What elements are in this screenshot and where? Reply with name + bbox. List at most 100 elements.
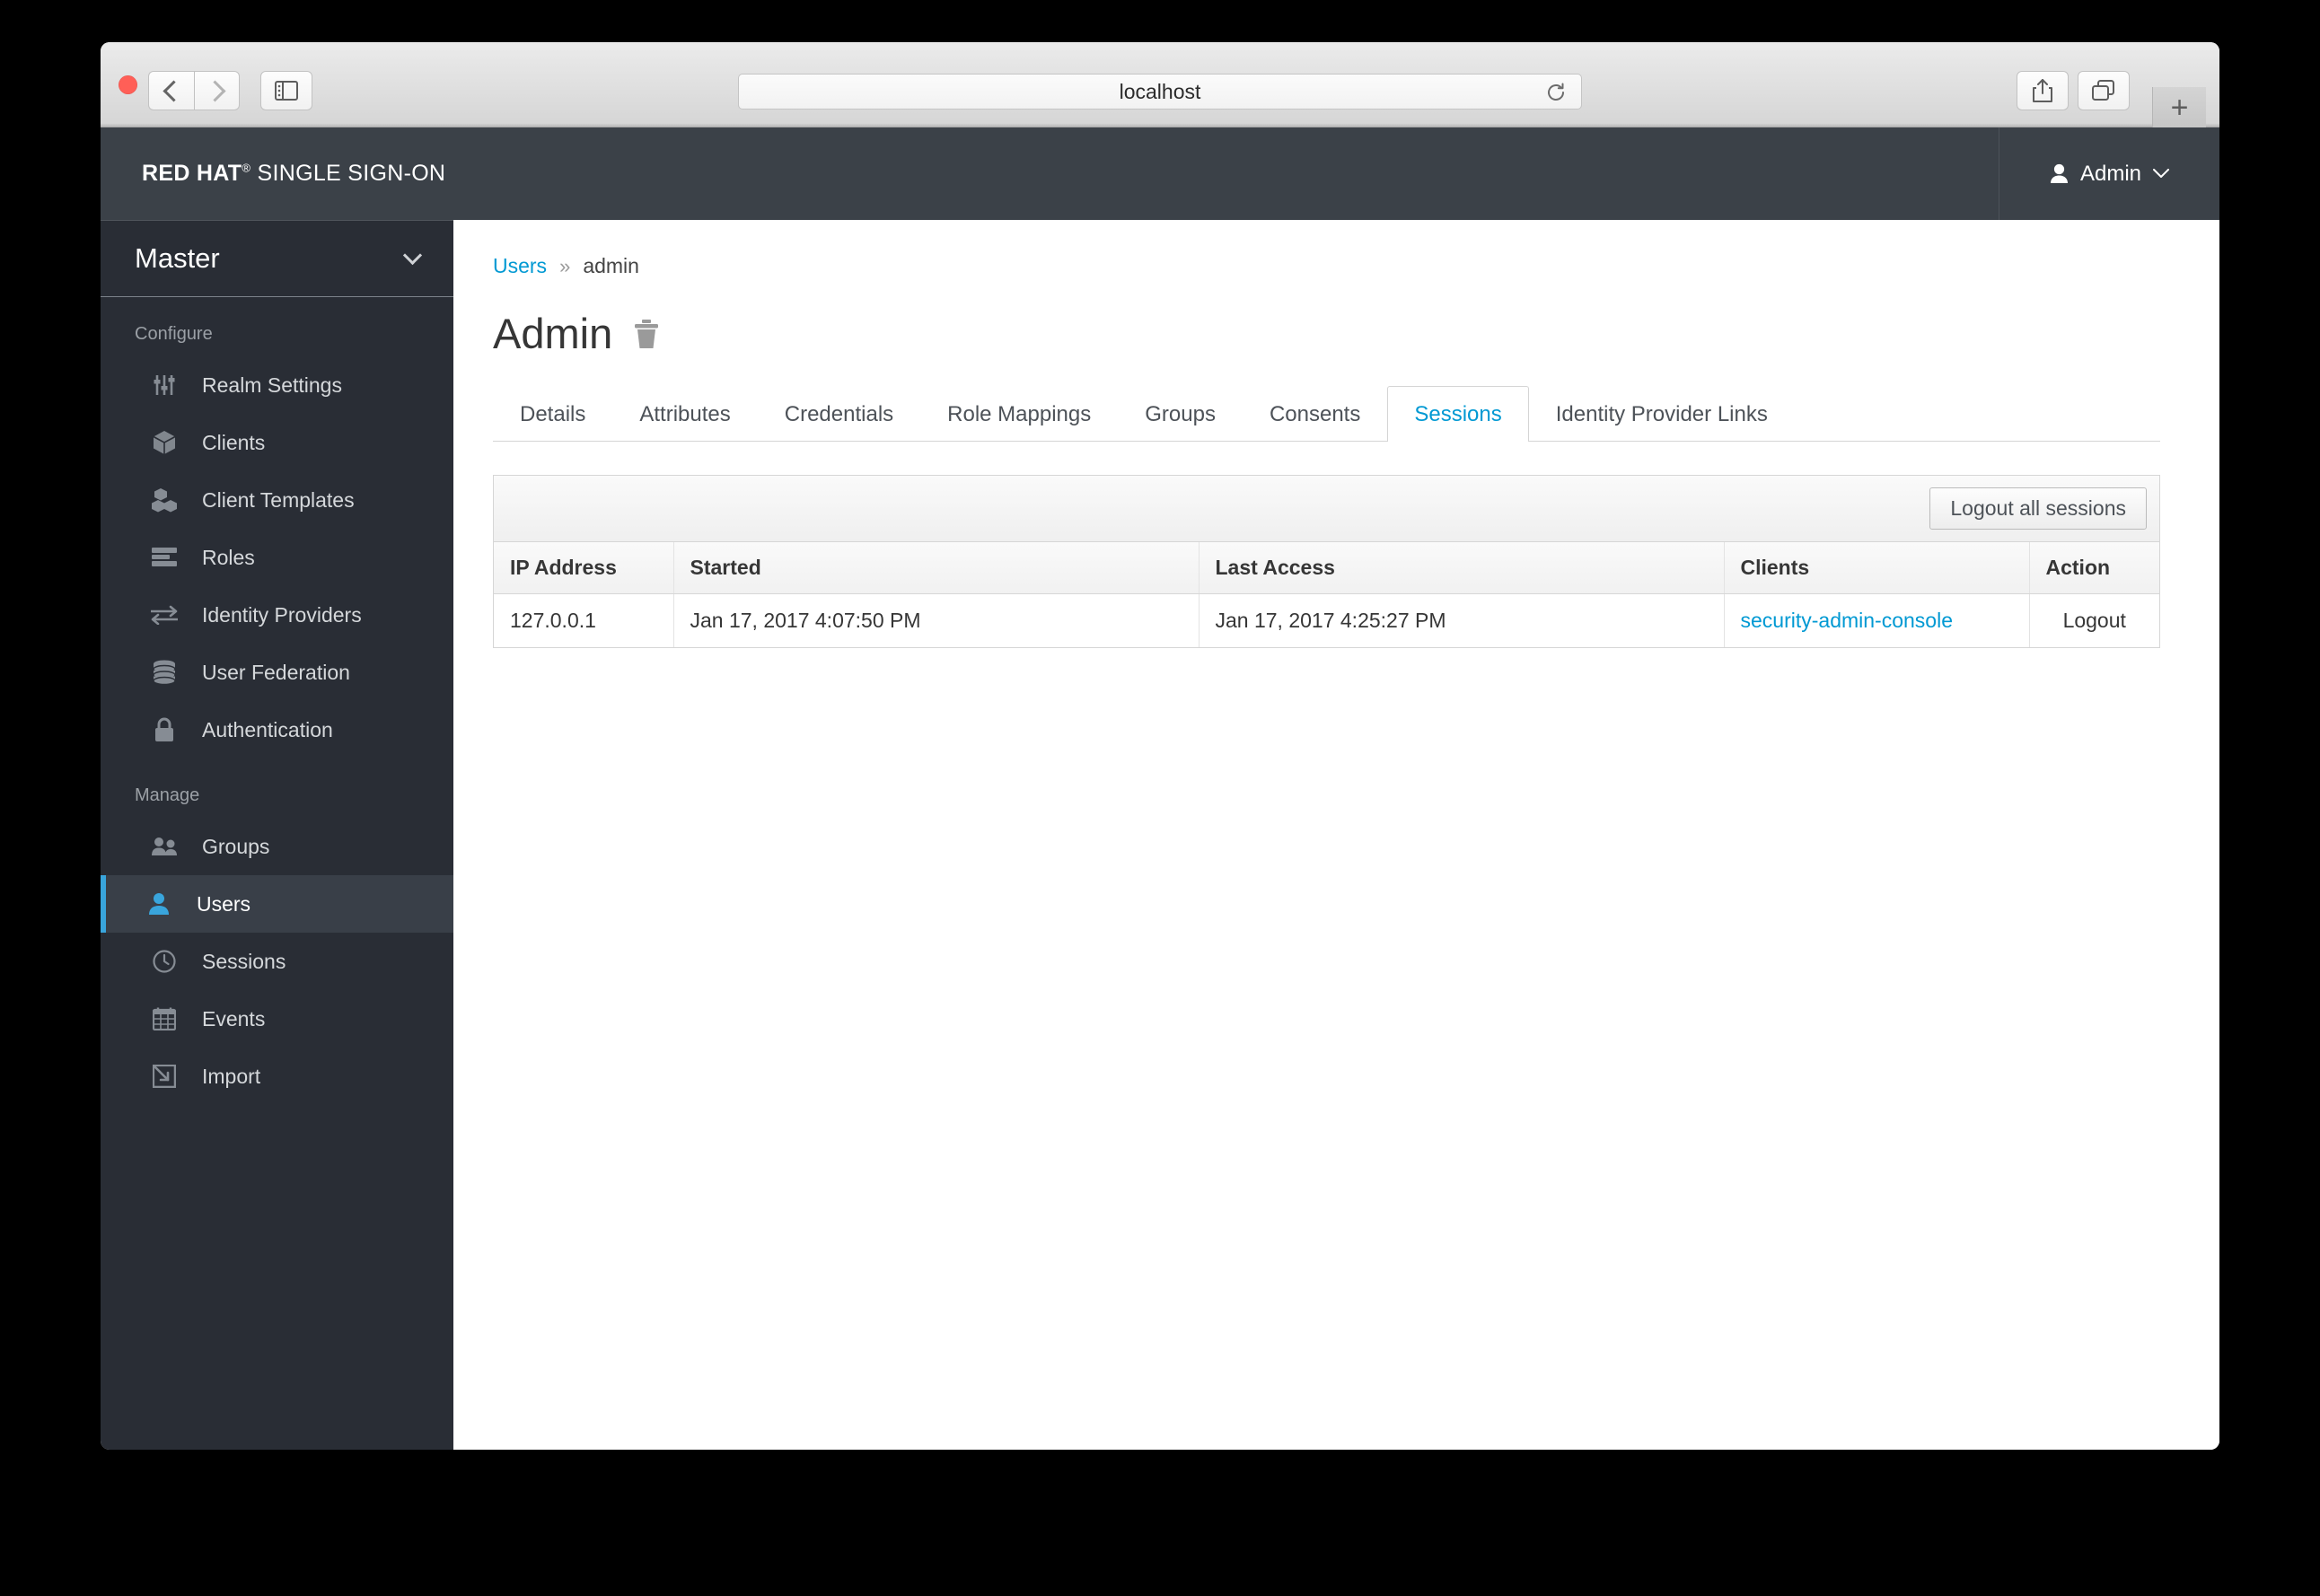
sidebar-item-label: Import	[202, 1064, 261, 1088]
user-icon	[2050, 163, 2068, 183]
panel-toolbar: Logout all sessions	[494, 476, 2159, 542]
chevron-down-icon	[2153, 169, 2170, 178]
tab-groups[interactable]: Groups	[1118, 386, 1243, 442]
chevron-left-icon	[163, 79, 185, 102]
sidebar-item-authentication[interactable]: Authentication	[101, 701, 453, 759]
forward-button[interactable]	[194, 71, 240, 110]
sidebar: Master Configure Realm Settings Clients …	[101, 220, 453, 1450]
sliders-icon	[151, 372, 178, 399]
cell-action: Logout	[2029, 593, 2159, 648]
tab-bar: Details Attributes Credentials Role Mapp…	[493, 386, 2160, 442]
logout-session-button[interactable]: Logout	[2063, 609, 2126, 632]
brand-logo: RED HAT® SINGLE SIGN-ON	[142, 161, 445, 187]
sidebar-toggle-button[interactable]	[260, 71, 312, 110]
breadcrumb-separator: »	[559, 254, 571, 277]
sidebar-item-label: Identity Providers	[202, 602, 362, 627]
browser-window: localhost + RED HAT® SINGLE SIGN-ON Admi…	[101, 42, 2219, 1450]
sidebar-item-users[interactable]: Users	[101, 875, 453, 933]
sidebar-item-label: Roles	[202, 545, 255, 569]
column-header-started: Started	[673, 542, 1200, 594]
sidebar-item-realm-settings[interactable]: Realm Settings	[101, 356, 453, 414]
main-content: Users » admin Admin Details Attributes C…	[453, 220, 2219, 1450]
lock-icon	[151, 716, 178, 743]
column-header-action: Action	[2029, 542, 2159, 594]
cube-icon	[151, 429, 178, 456]
cell-ip-address: 127.0.0.1	[494, 593, 674, 648]
breadcrumb: Users » admin	[493, 254, 2160, 278]
share-button[interactable]	[2017, 71, 2069, 110]
close-window-button[interactable]	[119, 75, 137, 94]
column-header-clients: Clients	[1724, 542, 2030, 594]
tab-details[interactable]: Details	[493, 386, 612, 442]
realm-selector[interactable]: Master	[101, 221, 453, 297]
sidebar-item-sessions[interactable]: Sessions	[101, 933, 453, 990]
reload-icon[interactable]	[1545, 82, 1567, 103]
calendar-icon	[151, 1005, 178, 1032]
column-header-ip-address: IP Address	[494, 542, 674, 594]
sessions-table: IP Address Started Last Access Clients A…	[494, 542, 2159, 648]
sidebar-item-import[interactable]: Import	[101, 1048, 453, 1105]
sidebar-item-label: User Federation	[202, 660, 350, 684]
client-link[interactable]: security-admin-console	[1741, 609, 1953, 632]
brand-light: SINGLE SIGN-ON	[257, 161, 446, 186]
logout-all-sessions-button[interactable]: Logout all sessions	[1929, 487, 2147, 530]
tab-identity-provider-links[interactable]: Identity Provider Links	[1529, 386, 1795, 442]
sidebar-item-label: Events	[202, 1006, 266, 1030]
cubes-icon	[151, 487, 178, 513]
chevron-down-icon	[402, 245, 423, 266]
user-menu-label: Admin	[2079, 161, 2142, 186]
cell-started: Jan 17, 2017 4:07:50 PM	[673, 593, 1200, 648]
sidebar-item-label: Client Templates	[202, 487, 355, 512]
app-body: Master Configure Realm Settings Clients …	[101, 220, 2219, 1450]
sidebar-item-user-federation[interactable]: User Federation	[101, 644, 453, 701]
tab-sessions[interactable]: Sessions	[1387, 386, 1529, 442]
tab-role-mappings[interactable]: Role Mappings	[920, 386, 1118, 442]
sidebar-item-label: Sessions	[202, 949, 286, 973]
sidebar-item-client-templates[interactable]: Client Templates	[101, 471, 453, 529]
table-row: 127.0.0.1 Jan 17, 2017 4:07:50 PM Jan 17…	[494, 593, 2159, 648]
page-title: Admin	[493, 310, 613, 357]
app-header: RED HAT® SINGLE SIGN-ON Admin	[101, 127, 2219, 220]
sidebar-item-identity-providers[interactable]: Identity Providers	[101, 586, 453, 644]
exchange-icon	[151, 601, 178, 628]
list-icon	[151, 544, 178, 571]
sidebar-section-label-manage: Manage	[135, 785, 200, 805]
tab-consents[interactable]: Consents	[1243, 386, 1387, 442]
tab-attributes[interactable]: Attributes	[612, 386, 757, 442]
sidebar-item-label: Realm Settings	[202, 373, 342, 397]
sidebar-item-events[interactable]: Events	[101, 990, 453, 1048]
share-icon	[2033, 79, 2052, 102]
user-icon	[145, 890, 172, 917]
sidebar-icon	[275, 81, 298, 101]
brand-bold: RED HAT	[142, 161, 242, 186]
sidebar-item-label: Clients	[202, 430, 266, 454]
database-icon	[151, 659, 178, 686]
tab-credentials[interactable]: Credentials	[758, 386, 920, 442]
users-icon	[151, 833, 178, 860]
user-menu[interactable]: Admin	[1999, 127, 2219, 220]
trash-icon[interactable]	[632, 319, 661, 349]
import-icon	[151, 1063, 178, 1090]
sidebar-item-label: Groups	[202, 834, 270, 858]
address-bar[interactable]: localhost	[738, 74, 1582, 110]
sidebar-item-groups[interactable]: Groups	[101, 818, 453, 875]
page-title-row: Admin	[493, 309, 2160, 358]
sessions-panel: Logout all sessions IP Address Started L…	[493, 475, 2160, 648]
sidebar-item-roles[interactable]: Roles	[101, 529, 453, 586]
cell-clients: security-admin-console	[1724, 593, 2030, 648]
sidebar-section-label-configure: Configure	[135, 324, 213, 344]
new-tab-button[interactable]: +	[2152, 87, 2206, 127]
tabs-icon	[2092, 80, 2114, 101]
table-header-row: IP Address Started Last Access Clients A…	[494, 542, 2159, 594]
cell-last-access: Jan 17, 2017 4:25:27 PM	[1199, 593, 1725, 648]
tab-overview-button[interactable]	[2078, 71, 2130, 110]
breadcrumb-link-users[interactable]: Users	[493, 254, 547, 278]
chevron-right-icon	[203, 79, 226, 102]
sidebar-item-label: Users	[197, 891, 251, 916]
browser-chrome: localhost +	[101, 42, 2219, 127]
realm-name: Master	[135, 242, 220, 274]
clock-icon	[151, 948, 178, 975]
breadcrumb-current: admin	[583, 254, 639, 277]
back-button[interactable]	[148, 71, 194, 110]
sidebar-item-clients[interactable]: Clients	[101, 414, 453, 471]
